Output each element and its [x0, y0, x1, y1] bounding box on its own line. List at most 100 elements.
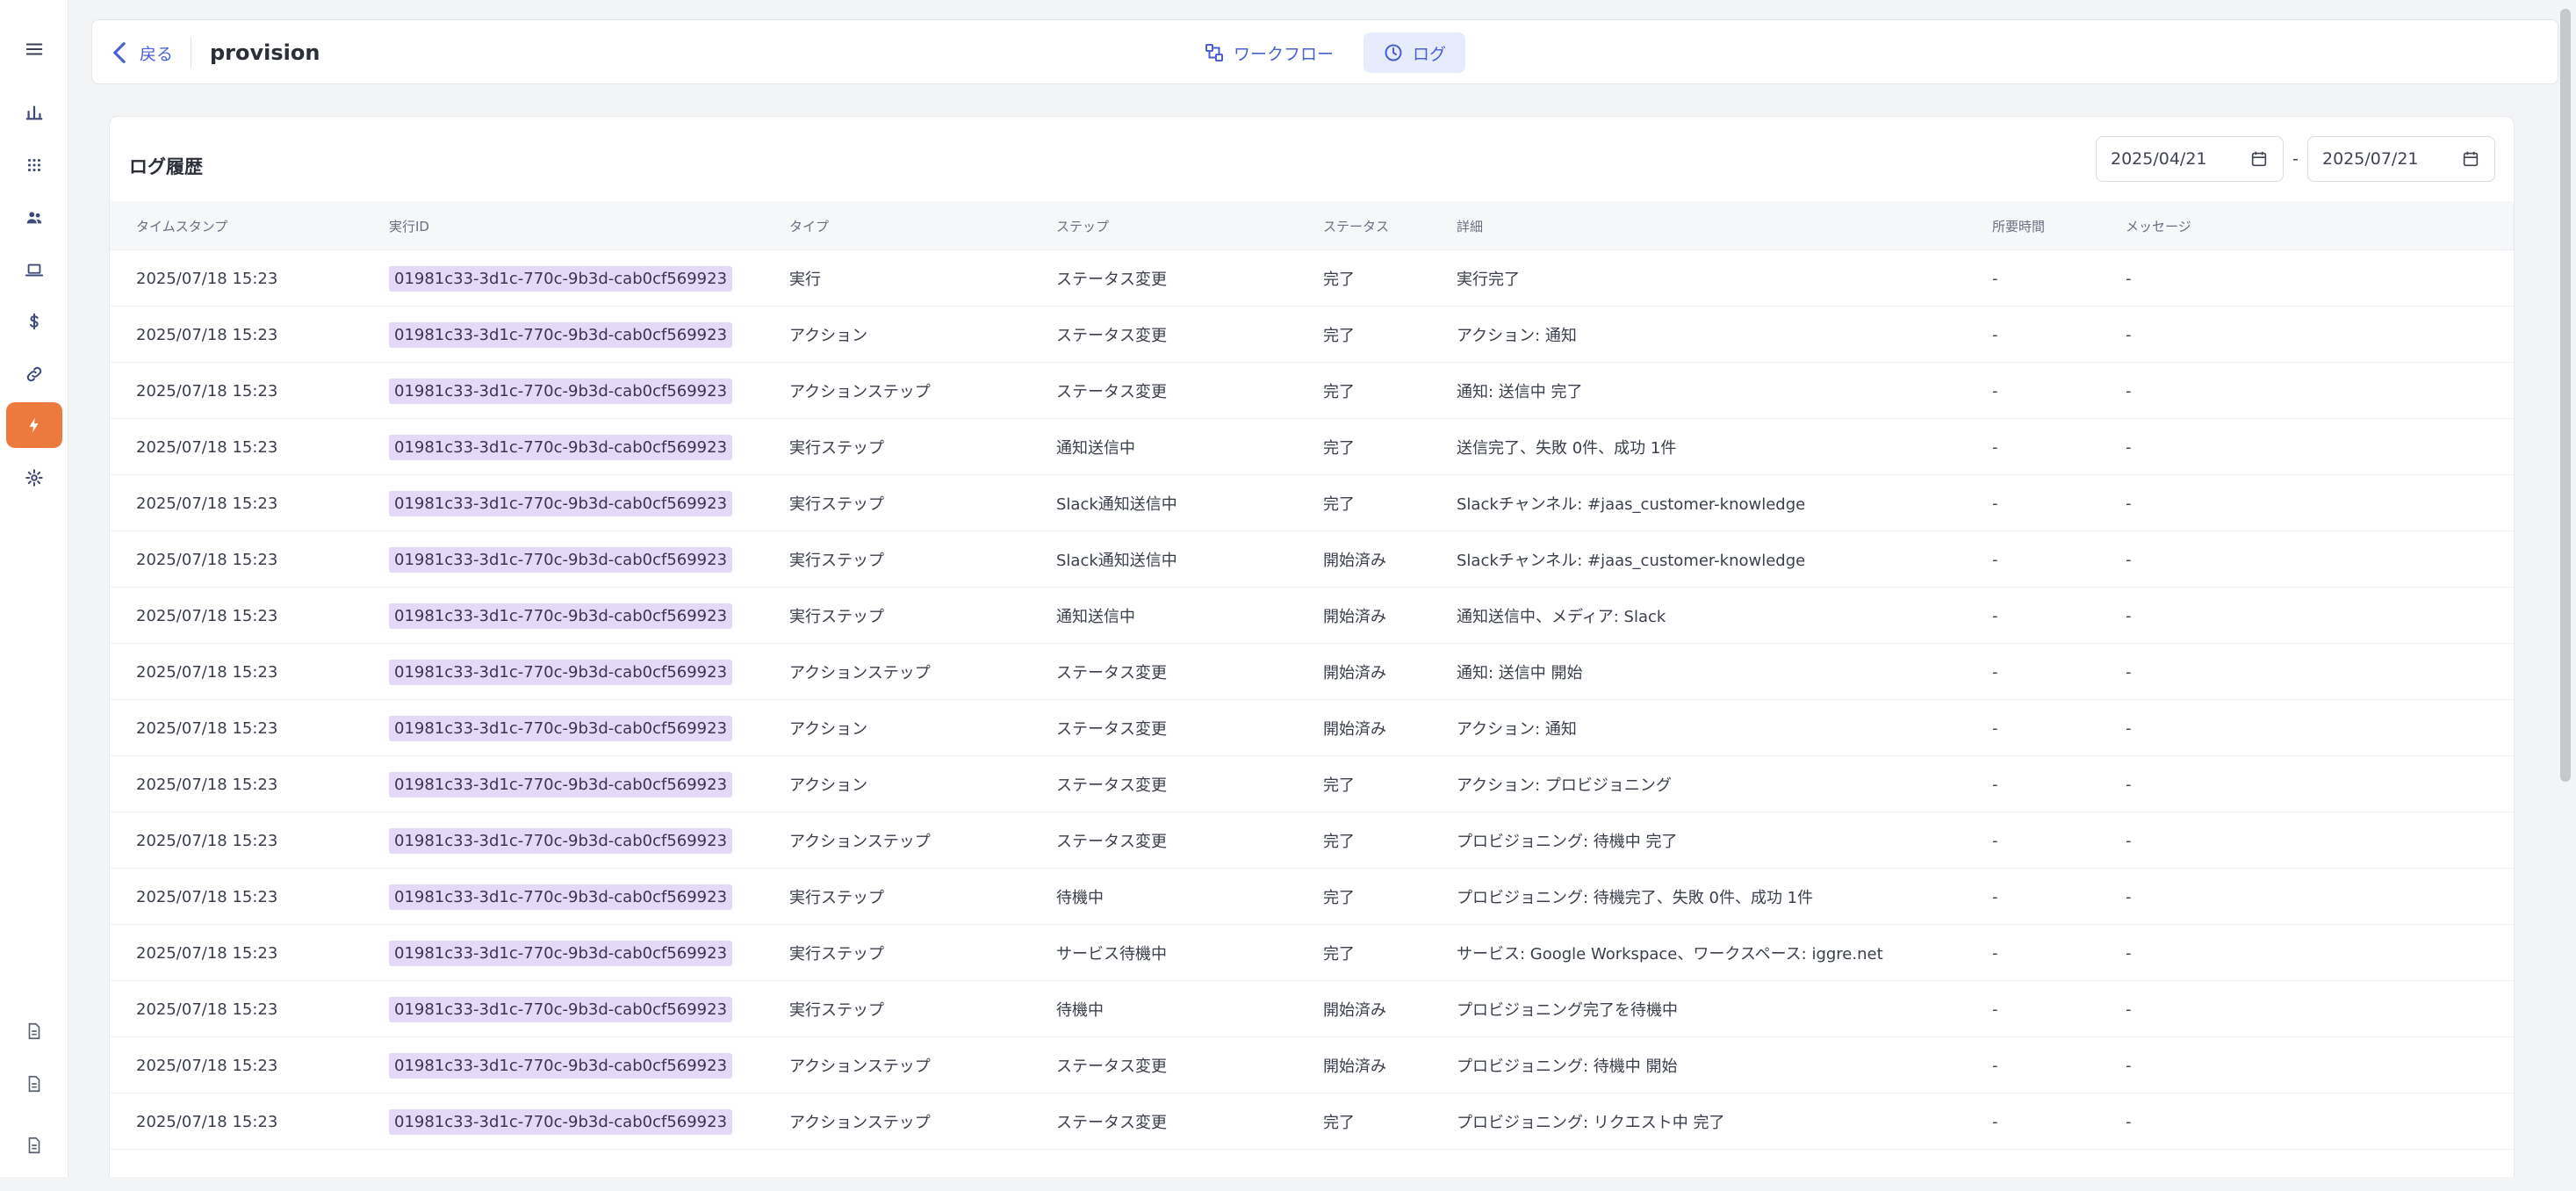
run-id-badge[interactable]: 01981c33-3d1c-770c-9b3d-cab0cf569923	[389, 265, 733, 292]
automation-bolt-icon[interactable]	[6, 402, 62, 448]
table-row[interactable]: 2025/07/18 15:23 01981c33-3d1c-770c-9b3d-…	[110, 475, 2514, 531]
date-to-input[interactable]: 2025/07/21	[2307, 136, 2495, 182]
menu-icon[interactable]	[6, 26, 62, 72]
table-row[interactable]: 2025/07/18 15:23 01981c33-3d1c-770c-9b3d-…	[110, 250, 2514, 307]
cell-detail: アクション: 通知	[1457, 720, 1577, 739]
run-id-badge[interactable]: 01981c33-3d1c-770c-9b3d-cab0cf569923	[389, 1108, 733, 1135]
document-icon[interactable]	[6, 1122, 62, 1168]
date-from-input[interactable]: 2025/04/21	[2096, 136, 2284, 182]
cell-timestamp: 2025/07/18 15:23	[136, 718, 278, 738]
run-id-badge[interactable]: 01981c33-3d1c-770c-9b3d-cab0cf569923	[389, 603, 733, 629]
document-icon[interactable]	[6, 1008, 62, 1054]
cell-type: アクションステップ	[789, 1114, 931, 1132]
bottom-strip	[0, 1177, 2576, 1191]
cell-duration: -	[1992, 550, 1998, 569]
cell-duration: -	[1992, 1000, 1998, 1019]
cell-run-id: 01981c33-3d1c-770c-9b3d-cab0cf569923	[389, 531, 733, 588]
cell-type: アクション	[789, 327, 868, 345]
table-row[interactable]: 2025/07/18 15:23 01981c33-3d1c-770c-9b3d-…	[110, 812, 2514, 869]
cell-step: ステータス変更	[1056, 833, 1167, 851]
back-button[interactable]: 戻る	[112, 20, 173, 85]
cell-run-id: 01981c33-3d1c-770c-9b3d-cab0cf569923	[389, 419, 733, 475]
table-row[interactable]: 2025/07/18 15:23 01981c33-3d1c-770c-9b3d-…	[110, 531, 2514, 588]
cell-duration: -	[1992, 325, 1998, 344]
table-row[interactable]: 2025/07/18 15:23 01981c33-3d1c-770c-9b3d-…	[110, 1037, 2514, 1094]
cell-detail: 通知: 送信中 完了	[1457, 383, 1583, 401]
cell-duration: -	[1992, 887, 1998, 906]
run-id-badge[interactable]: 01981c33-3d1c-770c-9b3d-cab0cf569923	[389, 940, 733, 966]
cell-status: 開始済み	[1323, 1057, 1386, 1076]
cell-message: -	[2126, 831, 2132, 850]
cell-run-id: 01981c33-3d1c-770c-9b3d-cab0cf569923	[389, 588, 733, 644]
cell-step: Slack通知送信中	[1056, 552, 1177, 570]
table-row[interactable]: 2025/07/18 15:23 01981c33-3d1c-770c-9b3d-…	[110, 307, 2514, 363]
cell-detail: アクション: プロビジョニング	[1457, 776, 1672, 795]
cell-run-id: 01981c33-3d1c-770c-9b3d-cab0cf569923	[389, 925, 733, 981]
cell-duration: -	[1992, 1056, 1998, 1075]
apps-grid-icon[interactable]	[6, 142, 62, 188]
cell-step: ステータス変更	[1056, 327, 1167, 345]
cell-timestamp: 2025/07/18 15:23	[136, 269, 278, 288]
cell-duration: -	[1992, 662, 1998, 682]
run-id-badge[interactable]: 01981c33-3d1c-770c-9b3d-cab0cf569923	[389, 715, 733, 741]
cell-detail: 通知送信中、メディア: Slack	[1457, 608, 1666, 626]
column-header-step: ステップ	[1056, 218, 1110, 235]
cell-detail: アクション: 通知	[1457, 327, 1577, 345]
cell-status: 開始済み	[1323, 552, 1386, 570]
cell-status: 完了	[1323, 889, 1355, 907]
cell-status: 開始済み	[1323, 664, 1386, 682]
table-row[interactable]: 2025/07/18 15:23 01981c33-3d1c-770c-9b3d-…	[110, 363, 2514, 419]
cell-status: 完了	[1323, 327, 1355, 345]
tab-log[interactable]: ログ	[1364, 32, 1466, 73]
run-id-badge[interactable]: 01981c33-3d1c-770c-9b3d-cab0cf569923	[389, 996, 733, 1022]
cell-duration: -	[1992, 494, 1998, 513]
document-icon[interactable]	[6, 1061, 62, 1107]
cell-step: ステータス変更	[1056, 664, 1167, 682]
tab-workflow[interactable]: ワークフロー	[1184, 32, 1353, 73]
chart-icon[interactable]	[6, 90, 62, 135]
cell-detail: 実行完了	[1457, 271, 1520, 289]
cell-detail: 送信完了、失敗 0件、成功 1件	[1457, 439, 1677, 458]
cell-detail: プロビジョニング: 待機中 開始	[1457, 1057, 1678, 1076]
cell-message: -	[2126, 775, 2132, 794]
table-row[interactable]: 2025/07/18 15:23 01981c33-3d1c-770c-9b3d-…	[110, 756, 2514, 812]
run-id-badge[interactable]: 01981c33-3d1c-770c-9b3d-cab0cf569923	[389, 771, 733, 798]
run-id-badge[interactable]: 01981c33-3d1c-770c-9b3d-cab0cf569923	[389, 321, 733, 348]
table-row[interactable]: 2025/07/18 15:23 01981c33-3d1c-770c-9b3d-…	[110, 419, 2514, 475]
cell-run-id: 01981c33-3d1c-770c-9b3d-cab0cf569923	[389, 475, 733, 531]
table-row[interactable]: 2025/07/18 15:23 01981c33-3d1c-770c-9b3d-…	[110, 1094, 2514, 1150]
calendar-icon	[2463, 151, 2479, 167]
run-id-badge[interactable]: 01981c33-3d1c-770c-9b3d-cab0cf569923	[389, 1052, 733, 1079]
settings-gear-icon[interactable]	[6, 455, 62, 501]
run-id-badge[interactable]: 01981c33-3d1c-770c-9b3d-cab0cf569923	[389, 659, 733, 685]
table-row[interactable]: 2025/07/18 15:23 01981c33-3d1c-770c-9b3d-…	[110, 700, 2514, 756]
users-icon[interactable]	[6, 195, 62, 241]
vertical-scrollbar[interactable]	[2560, 9, 2571, 782]
log-table-body: 2025/07/18 15:23 01981c33-3d1c-770c-9b3d-…	[110, 250, 2514, 1150]
cell-detail: プロビジョニング完了を待機中	[1457, 1001, 1678, 1020]
run-id-badge[interactable]: 01981c33-3d1c-770c-9b3d-cab0cf569923	[389, 378, 733, 404]
cell-timestamp: 2025/07/18 15:23	[136, 494, 278, 513]
cell-status: 完了	[1323, 383, 1355, 401]
table-row[interactable]: 2025/07/18 15:23 01981c33-3d1c-770c-9b3d-…	[110, 644, 2514, 700]
link-icon[interactable]	[6, 351, 62, 397]
table-row[interactable]: 2025/07/18 15:23 01981c33-3d1c-770c-9b3d-…	[110, 588, 2514, 644]
cell-step: ステータス変更	[1056, 776, 1167, 795]
laptop-icon[interactable]	[6, 248, 62, 293]
run-id-badge[interactable]: 01981c33-3d1c-770c-9b3d-cab0cf569923	[389, 434, 733, 460]
table-row[interactable]: 2025/07/18 15:23 01981c33-3d1c-770c-9b3d-…	[110, 869, 2514, 925]
cell-step: サービス待機中	[1056, 945, 1167, 964]
run-id-badge[interactable]: 01981c33-3d1c-770c-9b3d-cab0cf569923	[389, 546, 733, 573]
cell-timestamp: 2025/07/18 15:23	[136, 887, 278, 906]
cell-type: アクションステップ	[789, 833, 931, 851]
run-id-badge[interactable]: 01981c33-3d1c-770c-9b3d-cab0cf569923	[389, 827, 733, 854]
run-id-badge[interactable]: 01981c33-3d1c-770c-9b3d-cab0cf569923	[389, 884, 733, 910]
cell-message: -	[2126, 662, 2132, 682]
run-id-badge[interactable]: 01981c33-3d1c-770c-9b3d-cab0cf569923	[389, 490, 733, 516]
table-row[interactable]: 2025/07/18 15:23 01981c33-3d1c-770c-9b3d-…	[110, 925, 2514, 981]
cell-status: 完了	[1323, 439, 1355, 458]
cell-detail: Slackチャンネル: #jaas_customer-knowledge	[1457, 552, 1806, 570]
table-row[interactable]: 2025/07/18 15:23 01981c33-3d1c-770c-9b3d-…	[110, 981, 2514, 1037]
dollar-icon[interactable]	[6, 299, 62, 344]
date-from-value: 2025/04/21	[2111, 149, 2207, 169]
